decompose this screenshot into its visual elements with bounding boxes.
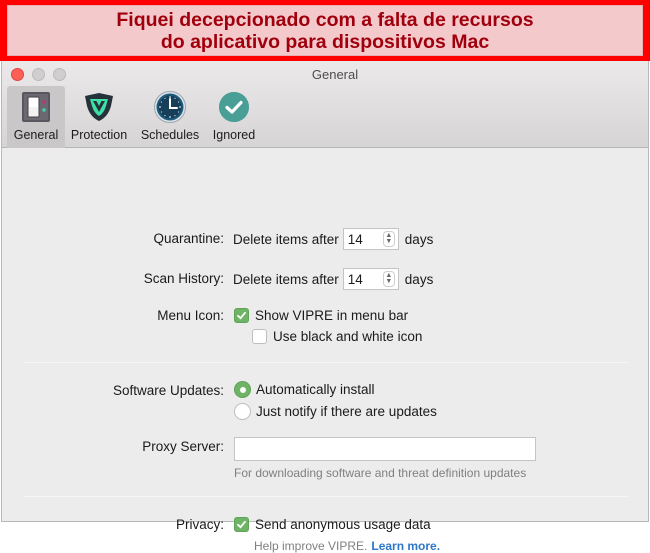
show-in-menu-bar-option[interactable]: Show VIPRE in menu bar [234, 308, 408, 323]
software-updates-label: Software Updates: [112, 383, 224, 398]
section-divider [24, 496, 629, 497]
banner-line-2: do aplicativo para dispositivos Mac [160, 30, 490, 53]
window-title: General [311, 67, 359, 82]
scan-history-suffix: days [404, 271, 434, 287]
scan-history-row: Delete items after 14 ▲ ▼ days [233, 268, 433, 290]
black-white-icon-text: Use black and white icon [273, 329, 423, 344]
proxy-server-input[interactable] [234, 437, 536, 461]
scan-history-label: Scan History: [143, 271, 224, 286]
tab-protection-label: Protection [70, 128, 128, 142]
tab-schedules[interactable]: Schedules [133, 86, 207, 148]
menu-icon-label: Menu Icon: [157, 308, 224, 323]
notify-only-option[interactable]: Just notify if there are updates [234, 403, 437, 420]
tab-schedules-label: Schedules [140, 128, 200, 142]
banner-line-1: Fiquei decepcionado com a falta de recur… [116, 8, 534, 31]
quarantine-row: Delete items after 14 ▲ ▼ days [233, 228, 433, 250]
checkmark-icon [237, 311, 246, 320]
privacy-label: Privacy: [175, 517, 224, 532]
usage-data-text: Send anonymous usage data [255, 517, 431, 532]
clock-icon [154, 91, 186, 123]
toolbar: General Protection Schedules Ignored [7, 86, 261, 148]
tab-protection[interactable]: Protection [65, 86, 133, 148]
auto-install-radio[interactable] [234, 381, 251, 398]
switch-panel-icon [22, 92, 50, 122]
stepper-arrows-icon[interactable]: ▲ ▼ [382, 271, 395, 287]
stepper-arrows-icon[interactable]: ▲ ▼ [382, 231, 395, 247]
proxy-server-row [234, 437, 536, 461]
shield-icon [85, 93, 113, 121]
titlebar: General General Protection Schedules Ign… [2, 61, 648, 148]
proxy-server-label: Proxy Server: [142, 439, 224, 454]
banner-inner: Fiquei decepcionado com a falta de recur… [7, 5, 643, 56]
show-in-menu-bar-text: Show VIPRE in menu bar [255, 308, 409, 323]
quarantine-days-value[interactable]: 14 [348, 232, 363, 247]
privacy-hint-row: Help improve VIPRE. Learn more. [254, 539, 440, 553]
proxy-server-hint: For downloading software and threat defi… [234, 466, 527, 480]
auto-install-text: Automatically install [256, 382, 375, 397]
tab-ignored-label: Ignored [212, 128, 256, 142]
quarantine-label: Quarantine: [153, 231, 224, 246]
privacy-hint: Help improve VIPRE. [254, 539, 368, 553]
black-white-icon-option[interactable]: Use black and white icon [252, 329, 422, 344]
preferences-window: General General Protection Schedules Ign… [1, 61, 649, 553]
auto-install-option[interactable]: Automatically install [234, 381, 375, 398]
quarantine-days-stepper[interactable]: 14 ▲ ▼ [342, 228, 399, 250]
quarantine-prefix: Delete items after [233, 231, 339, 247]
scan-history-days-value[interactable]: 14 [348, 272, 363, 287]
learn-more-link[interactable]: Learn more. [371, 539, 440, 553]
scan-history-prefix: Delete items after [233, 271, 339, 287]
black-white-icon-checkbox[interactable] [252, 329, 267, 344]
quarantine-suffix: days [404, 231, 434, 247]
show-in-menu-bar-checkbox[interactable] [234, 308, 249, 323]
notify-only-radio[interactable] [234, 403, 251, 420]
usage-data-checkbox[interactable] [234, 517, 249, 532]
tab-general-label: General [13, 128, 59, 142]
checkmark-circle-icon [219, 92, 249, 122]
section-divider [24, 362, 629, 363]
notify-only-text: Just notify if there are updates [256, 404, 437, 419]
scan-history-days-stepper[interactable]: 14 ▲ ▼ [342, 268, 399, 290]
usage-data-option[interactable]: Send anonymous usage data [234, 517, 431, 532]
checkmark-icon [237, 520, 246, 529]
tab-ignored[interactable]: Ignored [207, 86, 261, 148]
banner: Fiquei decepcionado com a falta de recur… [0, 0, 650, 61]
tab-general[interactable]: General [7, 86, 65, 148]
